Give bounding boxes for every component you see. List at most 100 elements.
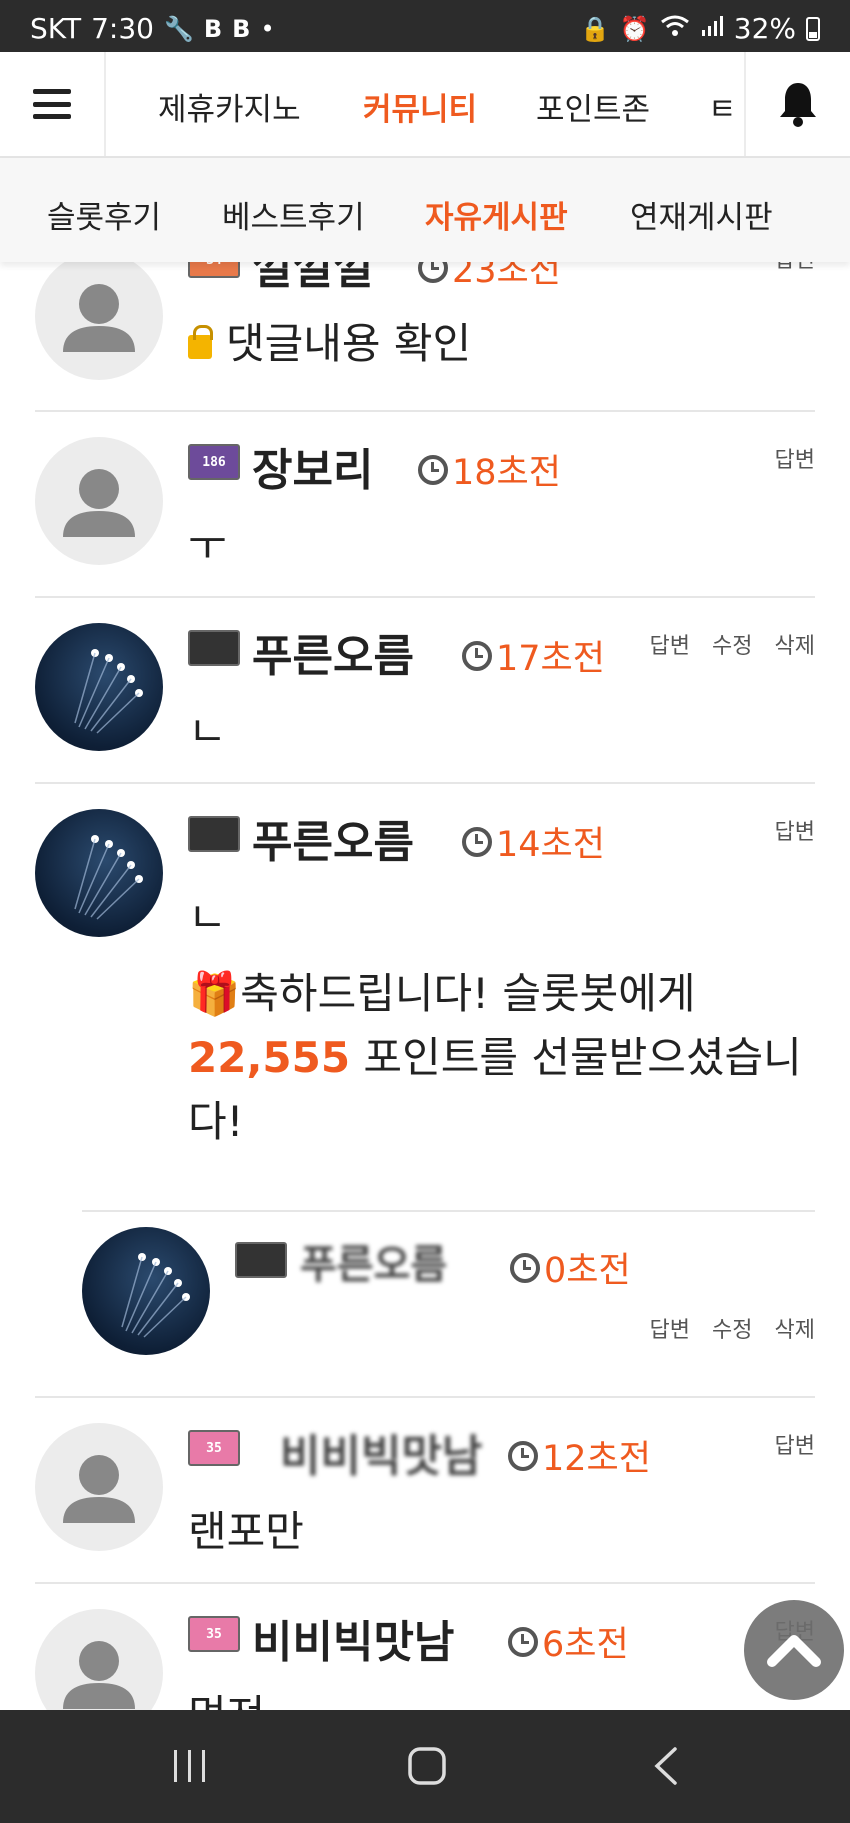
comment-body: ㄴ	[188, 893, 227, 942]
tab-partner-casino[interactable]: 제휴카지노	[158, 84, 301, 129]
tab-point-zone[interactable]: 포인트존	[536, 84, 650, 129]
level-badge	[188, 816, 240, 852]
comment-actions: 답변	[775, 262, 815, 274]
status-bar-left: SKT 7:30 🔧 B B •	[30, 12, 275, 45]
reply-button[interactable]: 답변	[775, 262, 815, 274]
view-comment-link[interactable]: 댓글내용 확인	[226, 319, 471, 368]
clock-label: 7:30	[91, 12, 154, 45]
comment-actions: 답변	[775, 442, 815, 474]
lock-icon: 🔒	[579, 14, 610, 43]
tab-serial-board[interactable]: 연재게시판	[630, 192, 773, 237]
recent-apps-icon	[174, 1750, 205, 1782]
wifi-icon	[660, 14, 690, 44]
home-button[interactable]	[397, 1740, 457, 1792]
comment-item: 35 비비빅맛남 12초전 답변 랜포만	[0, 1398, 850, 1584]
comment-author[interactable]: 장보리	[252, 434, 373, 498]
level-badge	[235, 1242, 287, 1278]
comment-item: 34 껄껄껄 23초전 답변 댓글내용 확인	[0, 262, 850, 422]
clock-icon	[418, 262, 448, 283]
comment-body: 멋져	[188, 1682, 265, 1710]
gift-icon: 🎁	[188, 969, 241, 1018]
lock-icon	[188, 324, 213, 359]
alarm-icon: ⏰	[619, 14, 650, 43]
avatar[interactable]	[35, 809, 163, 937]
scroll-to-top-button[interactable]	[744, 1600, 844, 1700]
tab-free-board[interactable]: 자유게시판	[425, 192, 568, 237]
delete-button[interactable]: 삭제	[775, 628, 815, 660]
comment-author[interactable]: 껄껄껄	[252, 262, 373, 296]
tab-community[interactable]: 커뮤니티	[363, 84, 477, 129]
status-bar-right: 🔒 ⏰ 32%	[580, 12, 820, 45]
avatar[interactable]	[35, 1609, 163, 1710]
comment-author[interactable]: 푸른오름	[252, 806, 414, 870]
back-icon	[654, 1747, 677, 1785]
system-nav-bar	[0, 1710, 850, 1823]
status-bar: SKT 7:30 🔧 B B • 🔒 ⏰ 32%	[0, 0, 850, 52]
reply-button[interactable]: 답변	[775, 1428, 815, 1460]
notification-button[interactable]	[744, 52, 850, 156]
b-app-icon: B	[232, 14, 251, 43]
comment-time: 17초전	[462, 630, 605, 681]
avatar[interactable]	[82, 1227, 210, 1355]
comment-item: 푸른오름 14초전 답변 ㄴ 🎁축하드립니다! 슬롯봇에게 22,555 포인트…	[0, 784, 850, 1214]
reply-button[interactable]: 답변	[650, 1312, 690, 1344]
comment-actions: 답변 수정 삭제	[650, 628, 815, 660]
avatar[interactable]	[35, 262, 163, 380]
comment-item: 186 장보리 18초전 답변 ㅜ	[0, 412, 850, 598]
reply-button[interactable]: 답변	[650, 628, 690, 660]
edit-button[interactable]: 수정	[712, 1312, 752, 1344]
tab-best-review[interactable]: 베스트후기	[222, 192, 365, 237]
comment-item: 푸른오름 17초전 답변 수정 삭제 ㄴ	[0, 598, 850, 784]
level-badge: 35	[188, 1430, 240, 1466]
clock-icon	[508, 1626, 538, 1657]
level-badge	[188, 630, 240, 666]
comment-author[interactable]: 푸른오름	[300, 1232, 447, 1290]
gift-points: 22,555	[188, 1033, 351, 1082]
menu-button[interactable]	[0, 52, 106, 156]
edit-button[interactable]: 수정	[712, 628, 752, 660]
comment-body: 댓글내용 확인	[188, 310, 471, 371]
reply-button[interactable]: 답변	[775, 442, 815, 474]
hamburger-icon	[33, 89, 71, 119]
level-badge: 34	[188, 262, 240, 278]
delete-button[interactable]: 삭제	[775, 1312, 815, 1344]
comment-author[interactable]: 비비빅맛남	[252, 1606, 454, 1670]
comment-author[interactable]: 비비빅맛남	[280, 1420, 482, 1484]
tab-more[interactable]: ㅌ	[708, 84, 737, 129]
comment-body: ㄴ	[188, 707, 227, 756]
avatar[interactable]	[35, 437, 163, 565]
comment-body: ㅜ	[188, 521, 227, 570]
clock-icon	[462, 826, 492, 857]
comment-time: 14초전	[462, 816, 605, 867]
clock-icon	[418, 454, 448, 485]
battery-icon	[806, 16, 820, 41]
comment-time: 12초전	[508, 1430, 651, 1481]
top-nav-tabs: 제휴카지노 커뮤니티 포인트존 ㅌ	[108, 52, 744, 156]
reply-button[interactable]: 답변	[775, 814, 815, 846]
bell-icon	[780, 83, 816, 127]
comment-time: 23초전	[418, 262, 561, 293]
comment-body: 랜포만	[188, 1507, 304, 1556]
signal-icon	[700, 14, 724, 44]
tab-slot-review[interactable]: 슬롯후기	[47, 192, 161, 237]
back-button[interactable]	[636, 1740, 696, 1792]
comment-time: 0초전	[510, 1242, 631, 1293]
carrier-label: SKT	[30, 12, 82, 45]
chevron-up-icon	[767, 1635, 821, 1667]
comment-time: 6초전	[508, 1616, 629, 1667]
avatar[interactable]	[35, 1423, 163, 1551]
recent-apps-button[interactable]	[160, 1740, 220, 1792]
home-icon	[408, 1747, 446, 1785]
comment-item: 35 비비빅맛남 6초전 답변 멋져	[0, 1584, 850, 1710]
comment-list: 34 껄껄껄 23초전 답변 댓글내용 확인 186 장보리 18초전 답변 ㅜ	[0, 262, 850, 1710]
avatar[interactable]	[35, 623, 163, 751]
comment-time: 18초전	[418, 444, 561, 495]
clock-icon	[462, 640, 492, 671]
comment-actions: 답변	[775, 814, 815, 846]
comment-actions: 답변	[775, 1428, 815, 1460]
clock-icon	[510, 1252, 540, 1283]
top-nav: 제휴카지노 커뮤니티 포인트존 ㅌ	[0, 52, 850, 158]
comment-author[interactable]: 푸른오름	[252, 620, 414, 684]
comment-actions: 답변 수정 삭제	[650, 1312, 815, 1344]
level-badge: 35	[188, 1616, 240, 1652]
